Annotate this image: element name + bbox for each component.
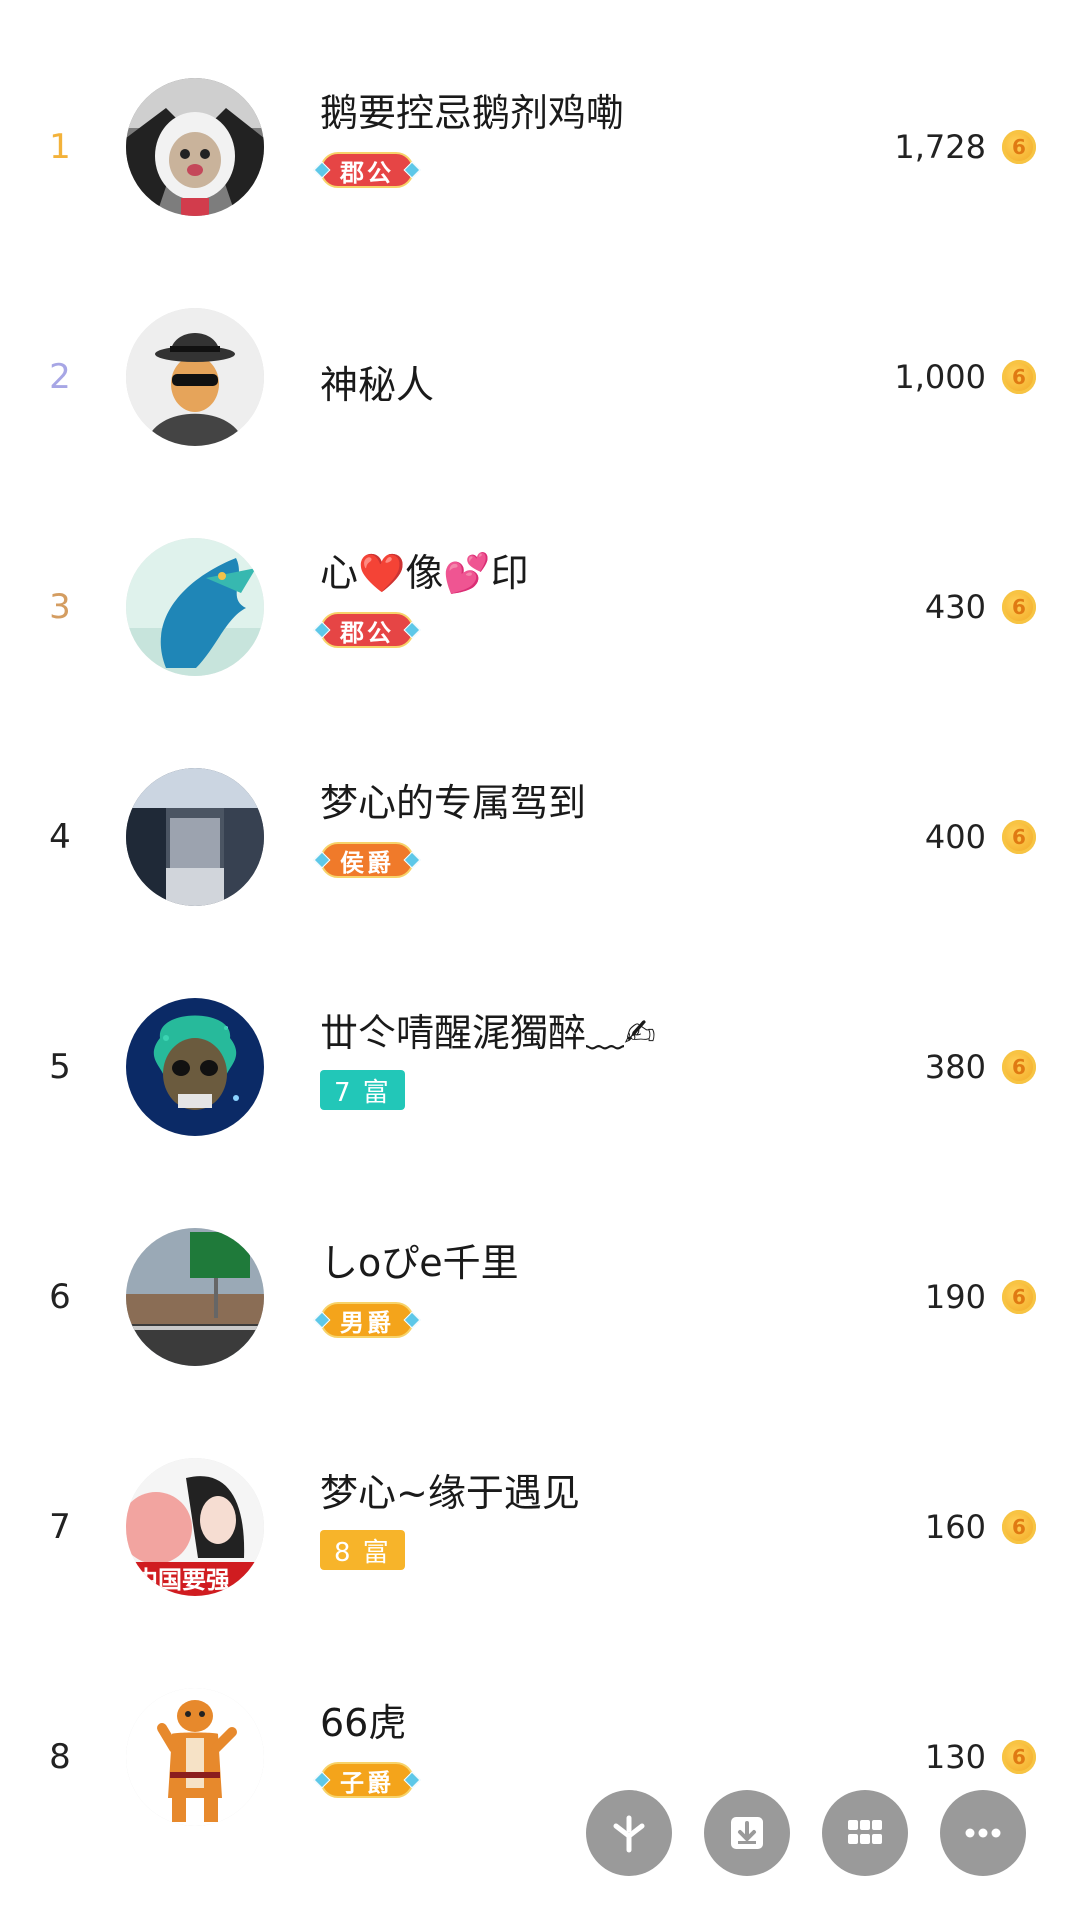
contribution-amount: 400 <box>924 818 986 856</box>
rank-number: 5 <box>49 1047 71 1087</box>
contribution-amount: 190 <box>924 1278 986 1316</box>
coin-icon: 6 <box>1002 130 1036 164</box>
user-name: 心❤️像💕印 <box>320 551 529 595</box>
user-name: 神秘人 <box>320 363 435 407</box>
leaderboard-row[interactable]: 4 梦心的专属驾到 侯爵 400 6 <box>0 722 1080 952</box>
user-name: 梦心的专属驾到 <box>320 781 587 825</box>
contribution-amount: 160 <box>924 1508 986 1546</box>
user-name: 66虎 <box>320 1701 407 1745</box>
coin-icon: 6 <box>1002 1740 1036 1774</box>
user-badge: 男爵 <box>320 1300 414 1340</box>
wealth-level-badge: 7 富 <box>320 1070 405 1110</box>
rank-number: 7 <box>49 1507 71 1547</box>
download-icon <box>731 1817 763 1849</box>
rank-number: 1 <box>49 127 71 167</box>
user-badge: 8 富 <box>320 1530 405 1570</box>
rank-number: 2 <box>49 357 71 397</box>
user-avatar[interactable] <box>126 78 264 216</box>
rank-number: 6 <box>49 1277 71 1317</box>
leaderboard-row[interactable]: 6 しoぴe千里 男爵 190 6 <box>0 1182 1080 1412</box>
rank-number: 4 <box>49 817 71 857</box>
coin-icon: 6 <box>1002 360 1036 394</box>
clover-icon <box>613 1815 645 1853</box>
user-name: 鹅要控忌鹅剂鸡嘞 <box>320 91 625 135</box>
user-avatar[interactable] <box>126 768 264 906</box>
nobility-badge: 郡公 <box>320 612 414 648</box>
coin-icon: 6 <box>1002 1510 1036 1544</box>
user-name: しoぴe千里 <box>320 1241 519 1285</box>
user-avatar[interactable] <box>126 308 264 446</box>
more-button[interactable] <box>940 1790 1026 1876</box>
svg-text:中国要强: 中国要强 <box>134 1566 230 1594</box>
wealth-level-badge: 8 富 <box>320 1530 405 1570</box>
download-button[interactable] <box>704 1790 790 1876</box>
user-avatar[interactable]: 中国要强 <box>126 1458 264 1596</box>
user-avatar[interactable] <box>126 1228 264 1366</box>
nobility-badge: 郡公 <box>320 152 414 188</box>
leaderboard-row[interactable]: 3 心❤️像💕印 郡公 430 6 <box>0 492 1080 722</box>
clover-button[interactable] <box>586 1790 672 1876</box>
leaderboard-row[interactable]: 7 中国要强 梦心~缘于遇见 8 富 160 6 <box>0 1412 1080 1642</box>
coin-icon: 6 <box>1002 820 1036 854</box>
user-avatar[interactable] <box>126 538 264 676</box>
user-badge: 郡公 <box>320 610 414 650</box>
leaderboard-row[interactable]: 2 神秘人 1,000 6 <box>0 262 1080 492</box>
leaderboard-row[interactable]: 5 丗仒啨醒浘獨醉﹏✍ 7 富 380 6 <box>0 952 1080 1182</box>
grid-icon <box>848 1820 882 1844</box>
user-badge: 7 富 <box>320 1070 405 1110</box>
leaderboard-row[interactable]: 1 鹅要控忌鹅剂鸡嘞 郡公 1,728 6 <box>0 32 1080 262</box>
user-badge: 郡公 <box>320 150 414 190</box>
contribution-amount: 1,000 <box>894 358 986 396</box>
grid-button[interactable] <box>822 1790 908 1876</box>
coin-icon: 6 <box>1002 1050 1036 1084</box>
user-name: 丗仒啨醒浘獨醉﹏✍ <box>320 1011 656 1055</box>
nobility-badge: 侯爵 <box>320 842 414 878</box>
floating-action-bar <box>0 1790 1080 1880</box>
more-icon <box>965 1828 1001 1838</box>
coin-icon: 6 <box>1002 590 1036 624</box>
rank-number: 3 <box>49 587 71 627</box>
contribution-amount: 430 <box>924 588 986 626</box>
contribution-amount: 380 <box>924 1048 986 1086</box>
coin-icon: 6 <box>1002 1280 1036 1314</box>
nobility-badge: 男爵 <box>320 1302 414 1338</box>
contribution-amount: 1,728 <box>894 128 986 166</box>
user-badge: 侯爵 <box>320 840 414 880</box>
user-avatar[interactable] <box>126 998 264 1136</box>
user-name: 梦心~缘于遇见 <box>320 1471 580 1515</box>
